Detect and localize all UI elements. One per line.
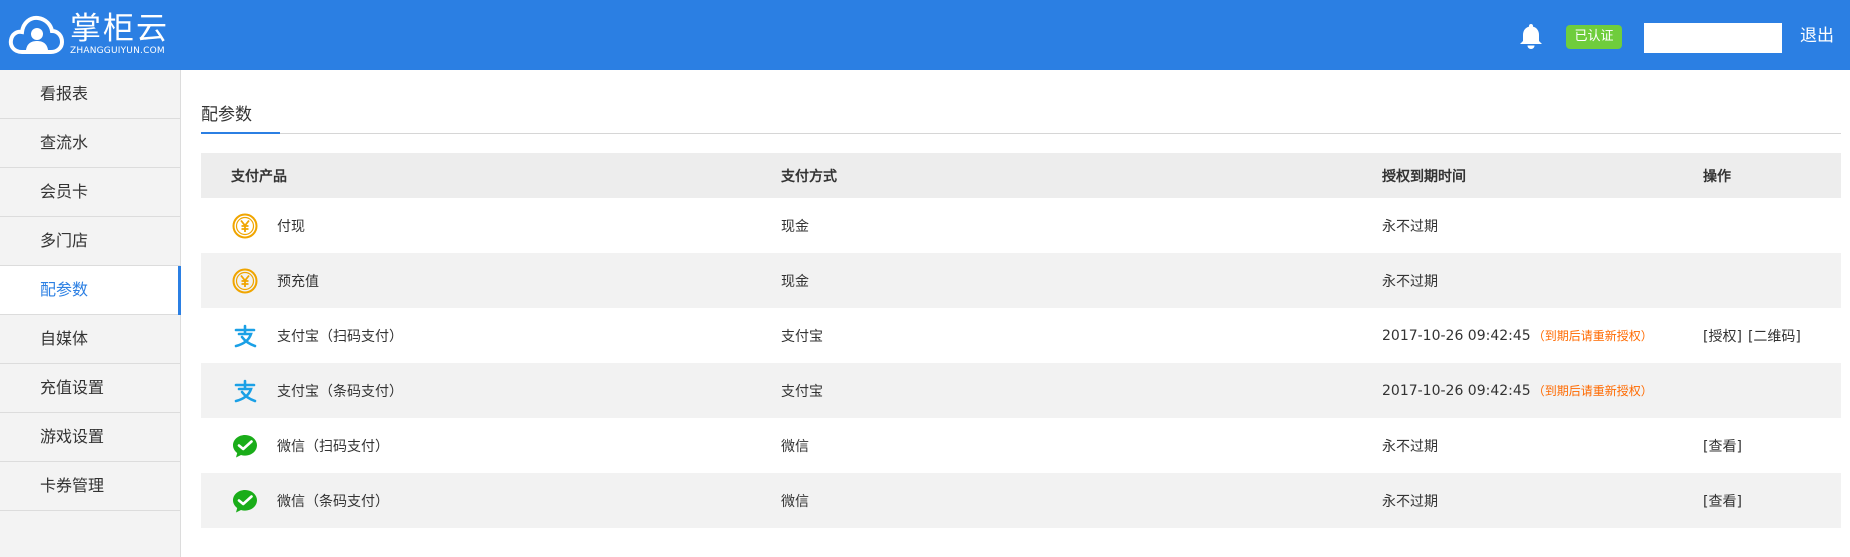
expiry-value: 永不过期 xyxy=(1382,273,1438,290)
table-row: 微信（扫码支付） 微信 永不过期 [查看] xyxy=(201,418,1841,473)
logo-title: 掌柜云 xyxy=(70,11,169,47)
method-cell: 微信 xyxy=(781,493,809,510)
product-cell: 付现 xyxy=(201,212,781,240)
sidebar-item-parameters[interactable]: 配参数 xyxy=(0,266,181,315)
product-name: 付现 xyxy=(277,218,305,235)
expiry-value: 2017-10-26 09:42:45 xyxy=(1382,328,1531,344)
alipay-icon xyxy=(234,379,257,402)
sidebar-item-multi-store[interactable]: 多门店 xyxy=(0,217,180,266)
wechat-icon xyxy=(233,489,257,512)
product-cell: 预充值 xyxy=(201,267,781,295)
expiry-value: 2017-10-26 09:42:45 xyxy=(1382,383,1531,399)
expiry-value: 永不过期 xyxy=(1382,438,1438,455)
product-name: 微信（条码支付） xyxy=(277,493,389,510)
product-name: 预充值 xyxy=(277,273,319,290)
column-header-product: 支付产品 xyxy=(231,168,287,185)
tab-parameters[interactable]: 配参数 xyxy=(201,100,252,134)
sidebar-item-coupon-management[interactable]: 卡券管理 xyxy=(0,462,180,511)
top-header: 掌柜云 ZHANGGUIYUN.COM 已认证 退出 xyxy=(0,0,1850,70)
view-link[interactable]: [查看] xyxy=(1703,494,1742,510)
product-cell: 支付宝（扫码支付） xyxy=(201,322,781,350)
logo-text: 掌柜云 ZHANGGUIYUN.COM xyxy=(70,12,169,57)
logout-link[interactable]: 退出 xyxy=(1800,24,1834,48)
table-row: 微信（条码支付） 微信 永不过期 [查看] xyxy=(201,473,1841,528)
method-cell: 现金 xyxy=(781,273,809,290)
cloud-user-icon xyxy=(8,15,64,54)
method-cell: 微信 xyxy=(781,438,809,455)
sidebar-item-membership-card[interactable]: 会员卡 xyxy=(0,168,180,217)
column-header-actions: 操作 xyxy=(1703,168,1731,185)
sidebar-item-reports[interactable]: 看报表 xyxy=(0,70,180,119)
product-cell: 微信（条码支付） xyxy=(201,487,781,515)
account-field[interactable] xyxy=(1644,23,1782,53)
product-name: 支付宝（扫码支付） xyxy=(277,328,403,345)
payment-table: 支付产品 支付方式 授权到期时间 操作 付现 现金 永不过期 预充值 现金 永不… xyxy=(201,153,1841,528)
view-link[interactable]: [查看] xyxy=(1703,439,1742,455)
actions-cell: [查看] xyxy=(1703,491,1841,511)
expiry-value: 永不过期 xyxy=(1382,493,1438,510)
tab-bar: 配参数 xyxy=(201,70,1841,134)
yuan-coin-icon xyxy=(232,213,258,238)
method-cell: 支付宝 xyxy=(781,383,823,400)
expiry-cell: 永不过期 xyxy=(1382,436,1703,456)
product-name: 支付宝（条码支付） xyxy=(277,383,403,400)
product-cell: 支付宝（条码支付） xyxy=(201,377,781,405)
actions-cell: [查看] xyxy=(1703,436,1841,456)
logo-subtitle: ZHANGGUIYUN.COM xyxy=(70,46,165,56)
sidebar-item-self-media[interactable]: 自媒体 xyxy=(0,315,180,364)
authorize-link[interactable]: [授权] xyxy=(1703,329,1742,345)
table-row: 支付宝（条码支付） 支付宝 2017-10-26 09:42:45 （到期后请重新… xyxy=(201,363,1841,418)
expiry-value: 永不过期 xyxy=(1382,218,1438,235)
expiry-cell: 永不过期 xyxy=(1382,216,1703,236)
actions-cell: [授权] [二维码] xyxy=(1703,326,1841,346)
yuan-coin-icon xyxy=(232,268,258,293)
reauthorize-warning: （到期后请重新授权） xyxy=(1532,384,1653,398)
sidebar-item-recharge-settings[interactable]: 充值设置 xyxy=(0,364,180,413)
sidebar: 看报表 查流水 会员卡 多门店 配参数 自媒体 充值设置 游戏设置 卡券管理 xyxy=(0,70,181,557)
logo[interactable]: 掌柜云 ZHANGGUIYUN.COM xyxy=(8,12,169,58)
column-header-method: 支付方式 xyxy=(781,168,837,185)
expiry-cell: 2017-10-26 09:42:45 （到期后请重新授权） xyxy=(1382,382,1703,399)
expiry-cell: 永不过期 xyxy=(1382,271,1703,291)
main-content: 配参数 支付产品 支付方式 授权到期时间 操作 付现 现金 永不过期 预充值 现… xyxy=(201,70,1841,528)
table-row: 支付宝（扫码支付） 支付宝 2017-10-26 09:42:45 （到期后请重新… xyxy=(201,308,1841,363)
table-row: 付现 现金 永不过期 xyxy=(201,198,1841,253)
verified-badge: 已认证 xyxy=(1566,25,1622,49)
table-header-row: 支付产品 支付方式 授权到期时间 操作 xyxy=(201,153,1841,198)
reauthorize-warning: （到期后请重新授权） xyxy=(1532,329,1653,343)
wechat-icon xyxy=(233,434,257,457)
bell-icon[interactable] xyxy=(1518,22,1544,50)
table-row: 预充值 现金 永不过期 xyxy=(201,253,1841,308)
method-cell: 现金 xyxy=(781,218,809,235)
qrcode-link[interactable]: [二维码] xyxy=(1748,329,1801,345)
tab-active-indicator xyxy=(201,132,280,134)
product-cell: 微信（扫码支付） xyxy=(201,432,781,460)
expiry-cell: 2017-10-26 09:42:45 （到期后请重新授权） xyxy=(1382,327,1703,344)
alipay-icon xyxy=(234,324,257,347)
expiry-cell: 永不过期 xyxy=(1382,491,1703,511)
method-cell: 支付宝 xyxy=(781,328,823,345)
sidebar-item-game-settings[interactable]: 游戏设置 xyxy=(0,413,180,462)
sidebar-item-transactions[interactable]: 查流水 xyxy=(0,119,180,168)
column-header-expiry: 授权到期时间 xyxy=(1382,168,1466,185)
product-name: 微信（扫码支付） xyxy=(277,438,389,455)
